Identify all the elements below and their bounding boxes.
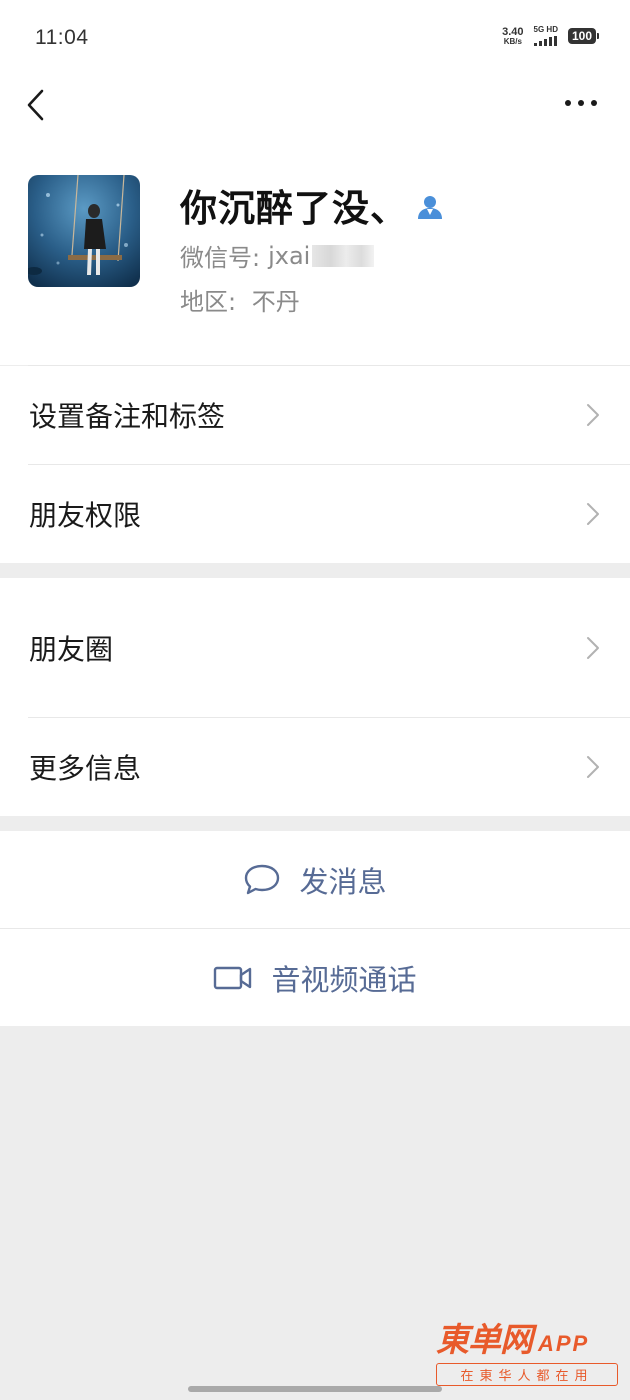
- region-value: 不丹: [251, 288, 300, 316]
- video-call-button[interactable]: 音视频通话: [0, 929, 630, 1026]
- battery-icon: 100: [567, 28, 600, 44]
- group-gap: [0, 816, 630, 831]
- network-speed-value: 3.40: [502, 25, 524, 38]
- top-area: 11:04 3.40 KB/s 5G HD 100 你沉醉了没、 微信号: jx…: [0, 0, 630, 365]
- status-bar: 11:04 3.40 KB/s 5G HD 100: [0, 0, 630, 78]
- region-label: 地区:: [180, 288, 237, 316]
- profile-header: 你沉醉了没、 微信号: jxai 地区: 不丹: [0, 140, 630, 365]
- status-indicators: 3.40 KB/s 5G HD 100: [502, 25, 600, 46]
- signal-label: 5G HD: [533, 25, 558, 34]
- chevron-right-icon: [587, 503, 599, 525]
- signal-bars-icon: [533, 36, 557, 46]
- settings-item-friend-permissions[interactable]: 朋友权限: [0, 465, 630, 563]
- person-icon: [418, 196, 442, 219]
- status-time: 11:04: [35, 26, 89, 49]
- wechat-id-redacted: [312, 244, 375, 267]
- watermark-brand: 東单网: [436, 1320, 533, 1359]
- watermark-logo: 東单网 APP 在東华人都在用: [436, 1313, 618, 1386]
- chevron-right-icon: [587, 636, 599, 659]
- send-message-label: 发消息: [299, 864, 387, 899]
- social-item-label: 朋友圈: [29, 632, 114, 666]
- nav-bar: [0, 78, 630, 140]
- social-item-more-info[interactable]: 更多信息: [0, 718, 630, 816]
- contact-name: 你沉醉了没、: [180, 187, 408, 230]
- region-line: 地区: 不丹: [180, 282, 300, 317]
- signal-indicator: 5G HD: [533, 25, 558, 46]
- network-speed: 3.40 KB/s: [502, 25, 524, 46]
- group-gap: [0, 563, 630, 578]
- chevron-right-icon: [587, 756, 599, 778]
- social-item-label: 更多信息: [29, 752, 142, 785]
- avatar[interactable]: [28, 175, 140, 287]
- settings-item-label: 设置备注和标签: [29, 400, 226, 433]
- wechat-id-value: jxai: [268, 241, 311, 270]
- name-row: 你沉醉了没、: [180, 178, 444, 232]
- back-icon[interactable]: [24, 88, 48, 122]
- watermark-slogan: 在東华人都在用: [436, 1363, 618, 1386]
- wechat-id-line: 微信号: jxai: [180, 238, 375, 273]
- send-message-button[interactable]: 发消息: [0, 831, 630, 928]
- settings-item-remark-tags[interactable]: 设置备注和标签: [0, 366, 630, 464]
- wechat-id-label: 微信号:: [180, 244, 261, 272]
- more-icon[interactable]: [565, 100, 597, 106]
- watermark-app: APP: [538, 1331, 590, 1356]
- home-indicator[interactable]: [188, 1386, 442, 1392]
- video-call-label: 音视频通话: [271, 962, 417, 997]
- video-camera-icon: [214, 966, 252, 989]
- settings-item-label: 朋友权限: [29, 499, 142, 532]
- network-speed-unit: KB/s: [503, 36, 522, 46]
- social-item-moments[interactable]: 朋友圈: [0, 578, 630, 717]
- chat-bubble-icon: [245, 864, 280, 894]
- chevron-right-icon: [587, 404, 599, 426]
